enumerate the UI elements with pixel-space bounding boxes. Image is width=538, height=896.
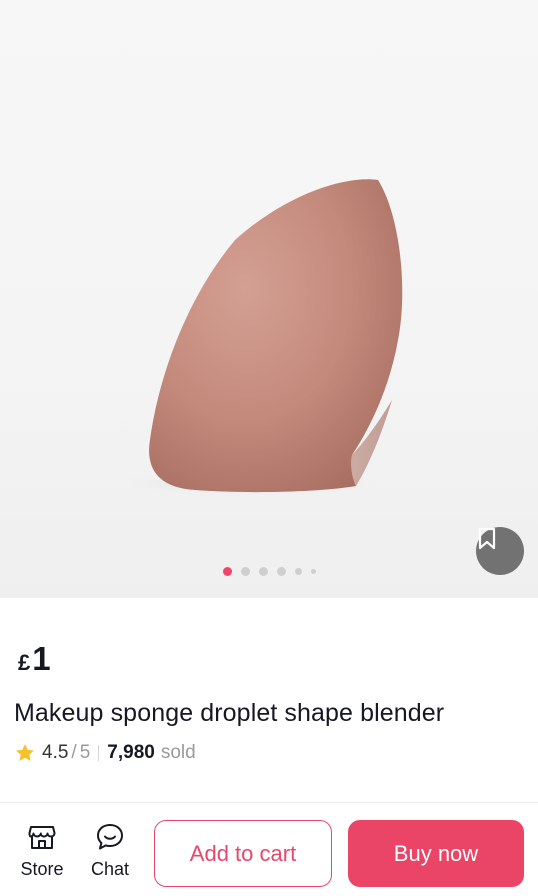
rating-max: 5: [79, 742, 91, 763]
rating-slash: /: [71, 742, 77, 763]
carousel-dot[interactable]: [258, 567, 268, 576]
sold-count: 7,980: [107, 742, 155, 763]
carousel-dot[interactable]: [276, 567, 286, 576]
chat-label: Chat: [90, 859, 130, 879]
bookmark-icon: [478, 527, 496, 550]
bottom-action-bar: Store Chat Add to cart Buy now: [0, 803, 538, 896]
price-amount: 1: [32, 640, 51, 677]
add-to-cart-button[interactable]: Add to cart: [154, 820, 332, 887]
carousel-dot[interactable]: [222, 567, 232, 576]
product-price: £ 1: [18, 640, 51, 678]
product-title: Makeup sponge droplet shape blender: [14, 699, 445, 727]
rating-score: 4.5: [42, 742, 69, 763]
carousel-indicator: [0, 567, 538, 576]
sponge-illustration: [115, 179, 403, 497]
store-icon: [28, 826, 56, 849]
product-image[interactable]: [0, 0, 538, 598]
buy-now-button[interactable]: Buy now: [348, 820, 524, 887]
carousel-dot[interactable]: [240, 567, 250, 576]
star-icon: [16, 744, 34, 761]
store-button[interactable]: Store: [12, 821, 72, 880]
rating-row[interactable]: 4.5 / 5 7,980 sold: [14, 742, 196, 764]
store-label: Store: [20, 859, 64, 879]
chat-bubble-icon: [97, 824, 123, 850]
carousel-dot[interactable]: [310, 569, 316, 574]
divider: [98, 745, 100, 761]
currency-symbol: £: [18, 650, 31, 675]
sold-label: sold: [160, 742, 196, 763]
chat-button[interactable]: Chat: [80, 821, 140, 880]
carousel-dot[interactable]: [294, 568, 302, 575]
save-button[interactable]: [476, 527, 524, 575]
